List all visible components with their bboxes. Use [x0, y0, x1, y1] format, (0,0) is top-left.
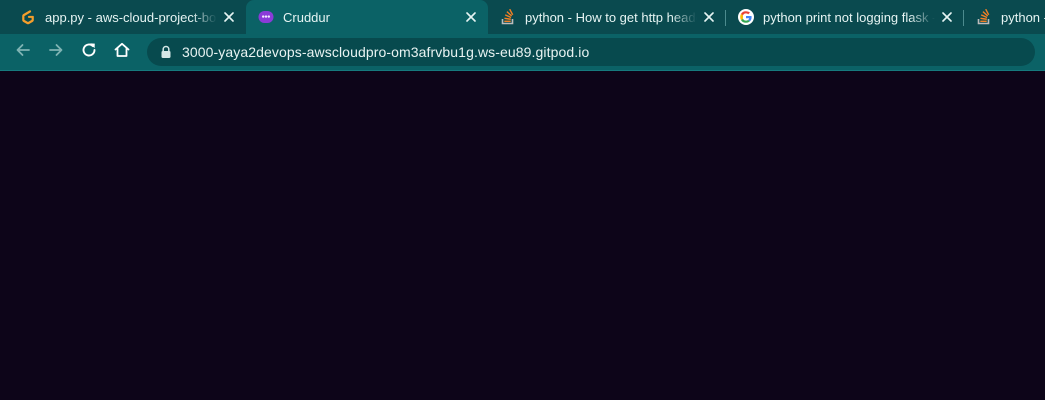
tab-cruddur[interactable]: Cruddur — [246, 0, 488, 34]
tab-close-icon[interactable] — [939, 9, 955, 25]
home-icon — [113, 41, 131, 64]
page-content — [0, 71, 1045, 400]
tab-title: python - How to get http headers in flas… — [525, 9, 697, 25]
reload-icon — [80, 41, 98, 64]
tab-title: python print not logging flask - Recherc… — [763, 9, 935, 25]
cruddur-icon — [258, 9, 274, 25]
lock-icon[interactable] — [159, 45, 173, 59]
tab-stackoverflow-http-headers[interactable]: python - How to get http headers in flas… — [488, 0, 726, 34]
gitpod-icon — [20, 9, 36, 25]
tab-close-icon[interactable] — [221, 9, 237, 25]
tab-google-search[interactable]: python print not logging flask - Recherc… — [726, 0, 964, 34]
tab-close-icon[interactable] — [701, 9, 717, 25]
tab-title: app.py - aws-cloud-project-bootcamp — [45, 9, 217, 25]
tab-stackoverflow-python[interactable]: python - — [964, 0, 1045, 34]
browser-window: app.py - aws-cloud-project-bootcamp Crud… — [0, 0, 1045, 400]
tab-title: Cruddur — [283, 9, 330, 25]
back-button[interactable] — [8, 37, 38, 67]
browser-toolbar: 3000-yaya2devops-awscloudpro-om3afrvbu1g… — [0, 34, 1045, 71]
reload-button[interactable] — [74, 37, 104, 67]
tab-title: python - — [1001, 9, 1045, 25]
stackoverflow-icon — [500, 9, 516, 25]
address-bar[interactable]: 3000-yaya2devops-awscloudpro-om3afrvbu1g… — [147, 38, 1035, 66]
address-bar-url: 3000-yaya2devops-awscloudpro-om3afrvbu1g… — [182, 44, 590, 60]
google-icon — [738, 9, 754, 25]
tab-gitpod-app-py[interactable]: app.py - aws-cloud-project-bootcamp — [8, 0, 246, 34]
tab-strip: app.py - aws-cloud-project-bootcamp Crud… — [0, 0, 1045, 34]
stackoverflow-icon — [976, 9, 992, 25]
tab-close-icon[interactable] — [463, 9, 479, 25]
forward-arrow-icon — [47, 41, 65, 64]
back-arrow-icon — [14, 41, 32, 64]
home-button[interactable] — [107, 37, 137, 67]
forward-button[interactable] — [41, 37, 71, 67]
